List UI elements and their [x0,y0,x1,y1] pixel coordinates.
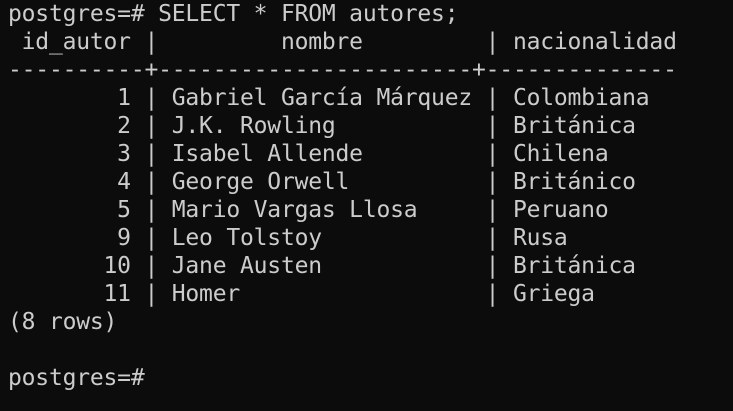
table-row: 5 | Mario Vargas Llosa | Peruano [8,197,609,223]
table-row: 3 | Isabel Allende | Chilena [8,141,609,167]
table-row: 1 | Gabriel García Márquez | Colombiana [8,85,650,111]
table-body: 1 | Gabriel García Márquez | Colombiana … [8,84,733,308]
table-separator: ----------+-----------------------+-----… [8,57,677,83]
row-count: (8 rows) [8,309,118,335]
table-row: 11 | Homer | Griega [8,281,596,307]
table-row: 2 | J.K. Rowling | Británica [8,113,636,139]
terminal-window[interactable]: postgres=# SELECT * FROM autores; id_aut… [0,0,733,411]
table-row: 9 | Leo Tolstoy | Rusa [8,225,568,251]
command-line: postgres=# SELECT * FROM autores; [8,1,459,27]
table-row: 10 | Jane Austen | Británica [8,253,636,279]
table-row: 4 | George Orwell | Británico [8,169,636,195]
table-header-row: id_autor | nombre | nacionalidad [8,29,677,55]
final-prompt-line[interactable]: postgres=# [8,364,733,392]
